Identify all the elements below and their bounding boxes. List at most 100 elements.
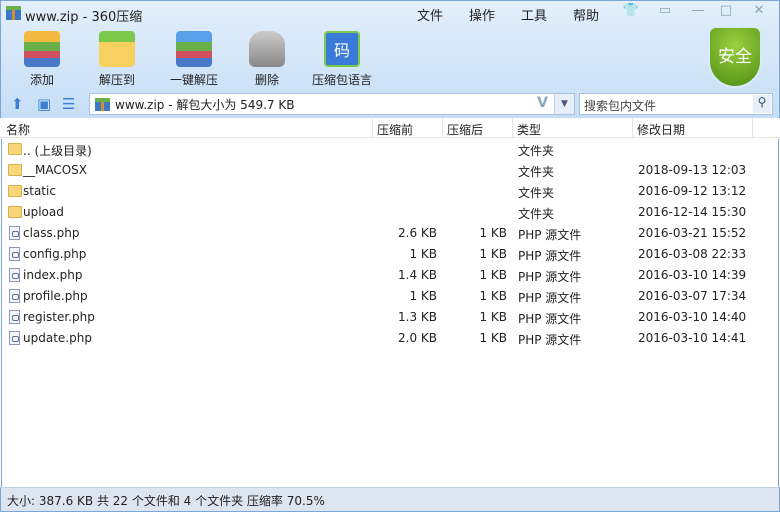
menu-file[interactable]: 文件 (417, 5, 443, 24)
archive-language-label: 压缩包语言 (311, 73, 372, 87)
modified-date: 2018-09-13 12:03 (638, 163, 747, 177)
php-file-icon (9, 247, 20, 261)
add-icon (24, 31, 60, 67)
file-row[interactable]: register.php 1.3 KB 1 KB PHP 源文件 2016-03… (2, 307, 778, 328)
extract-to-label: 解压到 (98, 73, 135, 87)
add-button[interactable]: 添加 (2, 31, 82, 88)
size-before: 1.4 KB (398, 268, 437, 282)
col-type[interactable]: 类型 (517, 121, 541, 138)
col-size-before[interactable]: 压缩前 (377, 121, 413, 138)
file-row[interactable]: upload 文件夹 2016-12-14 15:30 (2, 202, 778, 223)
folder-icon (8, 206, 22, 218)
size-after: 1 KB (479, 331, 507, 345)
size-after: 1 KB (479, 310, 507, 324)
file-type: PHP 源文件 (518, 228, 582, 242)
up-arrow-icon[interactable]: ⬆ (11, 95, 24, 113)
file-type: PHP 源文件 (518, 333, 582, 347)
php-file-icon (9, 331, 20, 345)
file-type: 文件夹 (518, 207, 555, 221)
file-name: upload (23, 205, 64, 219)
file-name: __MACOSX (23, 163, 88, 177)
archive-language-button[interactable]: 码压缩包语言 (302, 31, 382, 88)
thumbnail-view-icon[interactable]: ▣ (37, 95, 51, 113)
file-row[interactable]: static 文件夹 2016-09-12 13:12 (2, 181, 778, 202)
address-bar[interactable]: www.zip - 解包大小为 549.7 KB V ▼ (89, 93, 575, 115)
delete-button[interactable]: 删除 (227, 31, 307, 88)
size-after: 1 KB (479, 247, 507, 261)
folder-icon (8, 164, 22, 176)
size-before: 1 KB (409, 247, 437, 261)
col-size-after[interactable]: 压缩后 (447, 121, 483, 138)
file-name: profile.php (23, 289, 88, 303)
folder-icon (8, 143, 22, 155)
file-type: PHP 源文件 (518, 249, 582, 263)
search-input[interactable]: 搜索包内文件 ⚲ (579, 93, 773, 115)
file-name: index.php (23, 268, 83, 282)
modified-date: 2016-03-08 22:33 (638, 247, 747, 261)
php-file-icon (9, 268, 20, 282)
file-name: class.php (23, 226, 80, 240)
zip-app-icon (6, 6, 21, 20)
php-file-icon (9, 226, 20, 240)
size-before: 1 KB (409, 289, 437, 303)
feedback-icon[interactable]: ▭ (653, 3, 677, 21)
file-row[interactable]: config.php 1 KB 1 KB PHP 源文件 2016-03-08 … (2, 244, 778, 265)
file-row[interactable]: index.php 1.4 KB 1 KB PHP 源文件 2016-03-10… (2, 265, 778, 286)
minimize-button[interactable]: — (686, 3, 710, 21)
verified-v-icon: V (537, 95, 548, 111)
file-row[interactable]: class.php 2.6 KB 1 KB PHP 源文件 2016-03-21… (2, 223, 778, 244)
close-button[interactable]: ✕ (747, 3, 771, 21)
modified-date: 2016-03-21 15:52 (638, 226, 747, 240)
file-row[interactable]: update.php 2.0 KB 1 KB PHP 源文件 2016-03-1… (2, 328, 778, 349)
file-row[interactable]: __MACOSX 文件夹 2018-09-13 12:03 (2, 160, 778, 181)
one-click-extract-icon (176, 31, 212, 67)
menu-operate[interactable]: 操作 (469, 5, 495, 24)
delete-icon (249, 31, 285, 67)
modified-date: 2016-03-10 14:41 (638, 331, 747, 345)
menu-tools[interactable]: 工具 (521, 5, 547, 24)
size-before: 2.6 KB (398, 226, 437, 240)
list-view-icon[interactable]: ☰ (62, 95, 75, 113)
address-dropdown-button[interactable]: ▼ (554, 94, 574, 114)
col-date[interactable]: 修改日期 (637, 121, 685, 138)
file-name: config.php (23, 247, 87, 261)
extract-to-icon (99, 31, 135, 67)
search-placeholder: 搜索包内文件 (584, 99, 657, 113)
security-shield-badge[interactable]: 安全 (708, 26, 762, 88)
window-title: www.zip - 360压缩 (25, 10, 143, 25)
php-file-icon (9, 310, 20, 324)
modified-date: 2016-09-12 13:12 (638, 184, 747, 198)
skin-icon[interactable]: 👕 (619, 3, 643, 21)
file-list: .. (上级目录) 文件夹 __MACOSX 文件夹 2018-09-13 12… (1, 139, 779, 487)
one-click-extract-button[interactable]: 一键解压 (154, 31, 234, 88)
add-label: 添加 (29, 73, 54, 87)
modified-date: 2016-12-14 15:30 (638, 205, 747, 219)
language-icon: 码 (324, 31, 360, 67)
col-name[interactable]: 名称 (6, 121, 30, 138)
php-file-icon (9, 289, 20, 303)
modified-date: 2016-03-10 14:39 (638, 268, 747, 282)
maximize-button[interactable]: □ (714, 3, 738, 21)
zip-file-icon (95, 98, 110, 111)
address-text: www.zip - 解包大小为 549.7 KB (115, 98, 295, 112)
extract-to-button[interactable]: 解压到 (77, 31, 157, 88)
size-after: 1 KB (479, 226, 507, 240)
file-name: static (23, 184, 56, 198)
modified-date: 2016-03-07 17:34 (638, 289, 747, 303)
search-icon[interactable]: ⚲ (753, 95, 771, 113)
size-before: 2.0 KB (398, 331, 437, 345)
file-row[interactable]: profile.php 1 KB 1 KB PHP 源文件 2016-03-07… (2, 286, 778, 307)
file-type: 文件夹 (518, 165, 555, 179)
size-after: 1 KB (479, 268, 507, 282)
one-click-extract-label: 一键解压 (169, 73, 218, 87)
file-name: register.php (23, 310, 95, 324)
file-row[interactable]: .. (上级目录) 文件夹 (2, 139, 778, 160)
status-bar: 大小: 387.6 KB 共 22 个文件和 4 个文件夹 压缩率 70.5% (0, 487, 780, 512)
size-after: 1 KB (479, 289, 507, 303)
modified-date: 2016-03-10 14:40 (638, 310, 747, 324)
delete-label: 删除 (254, 73, 279, 87)
file-type: 文件夹 (518, 144, 555, 158)
menu-help[interactable]: 帮助 (573, 5, 599, 24)
column-header: 名称 压缩前 压缩后 类型 修改日期 (0, 118, 780, 138)
file-name: .. (上级目录) (23, 144, 92, 158)
